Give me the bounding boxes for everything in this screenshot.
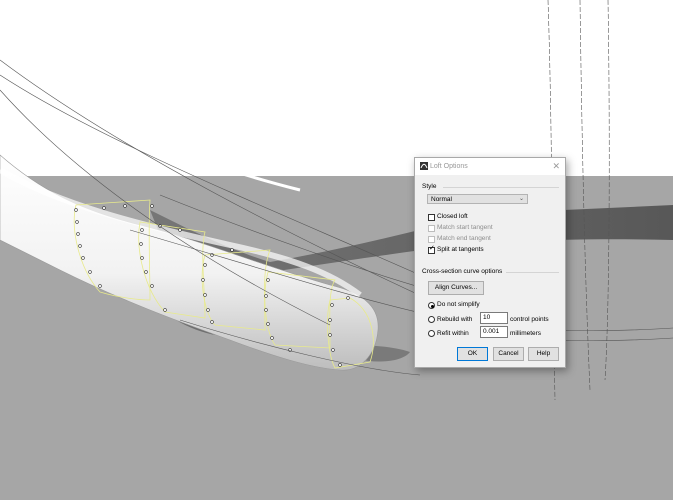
style-dropdown-value: Normal — [431, 196, 452, 203]
match-start-tangent-label: Match start tangent — [437, 224, 493, 231]
rebuild-with-label: Rebuild with — [437, 316, 473, 323]
split-at-tangents-checkbox[interactable]: ✓ — [428, 245, 435, 254]
do-not-simplify-radio[interactable] — [428, 302, 435, 309]
ok-button[interactable]: OK — [457, 347, 488, 361]
refit-within-radio[interactable] — [428, 330, 435, 337]
rebuild-control-points-input[interactable]: 10 — [480, 312, 508, 324]
cancel-button[interactable]: Cancel — [493, 347, 524, 361]
chevron-down-icon: ⌄ — [518, 196, 524, 202]
do-not-simplify-label: Do not simplify — [437, 301, 480, 308]
match-start-tangent-checkbox[interactable] — [428, 225, 435, 232]
refit-within-label: Refit within — [437, 330, 469, 337]
dialog-titlebar[interactable]: Loft Options ✕ — [415, 158, 565, 175]
style-group-line — [443, 187, 559, 188]
dialog-title: Loft Options — [430, 163, 468, 170]
split-at-tangents-label: Split at tangents — [437, 246, 484, 253]
rhino-loft-icon — [420, 162, 428, 170]
control-points-label: control points — [510, 316, 549, 323]
cross-section-heading: Cross-section curve options — [422, 268, 503, 275]
style-dropdown[interactable]: Normal ⌄ — [427, 194, 528, 204]
closed-loft-checkbox[interactable] — [428, 214, 435, 221]
millimeters-label: millimeters — [510, 330, 542, 337]
rebuild-with-radio[interactable] — [428, 316, 435, 323]
align-curves-button[interactable]: Align Curves... — [428, 281, 484, 295]
loft-options-dialog: Loft Options ✕ Style Normal ⌄ Closed lof… — [414, 157, 566, 368]
close-icon[interactable]: ✕ — [552, 161, 560, 171]
match-end-tangent-label: Match end tangent — [437, 235, 491, 242]
closed-loft-label: Closed loft — [437, 213, 468, 220]
match-end-tangent-checkbox[interactable] — [428, 236, 435, 243]
help-button[interactable]: Help — [528, 347, 559, 361]
refit-tolerance-input[interactable]: 0.001 — [480, 326, 508, 338]
checkmark-icon: ✓ — [429, 245, 435, 252]
cross-section-group-line — [506, 272, 559, 273]
3d-viewport[interactable] — [0, 0, 673, 500]
style-heading: Style — [422, 183, 437, 190]
